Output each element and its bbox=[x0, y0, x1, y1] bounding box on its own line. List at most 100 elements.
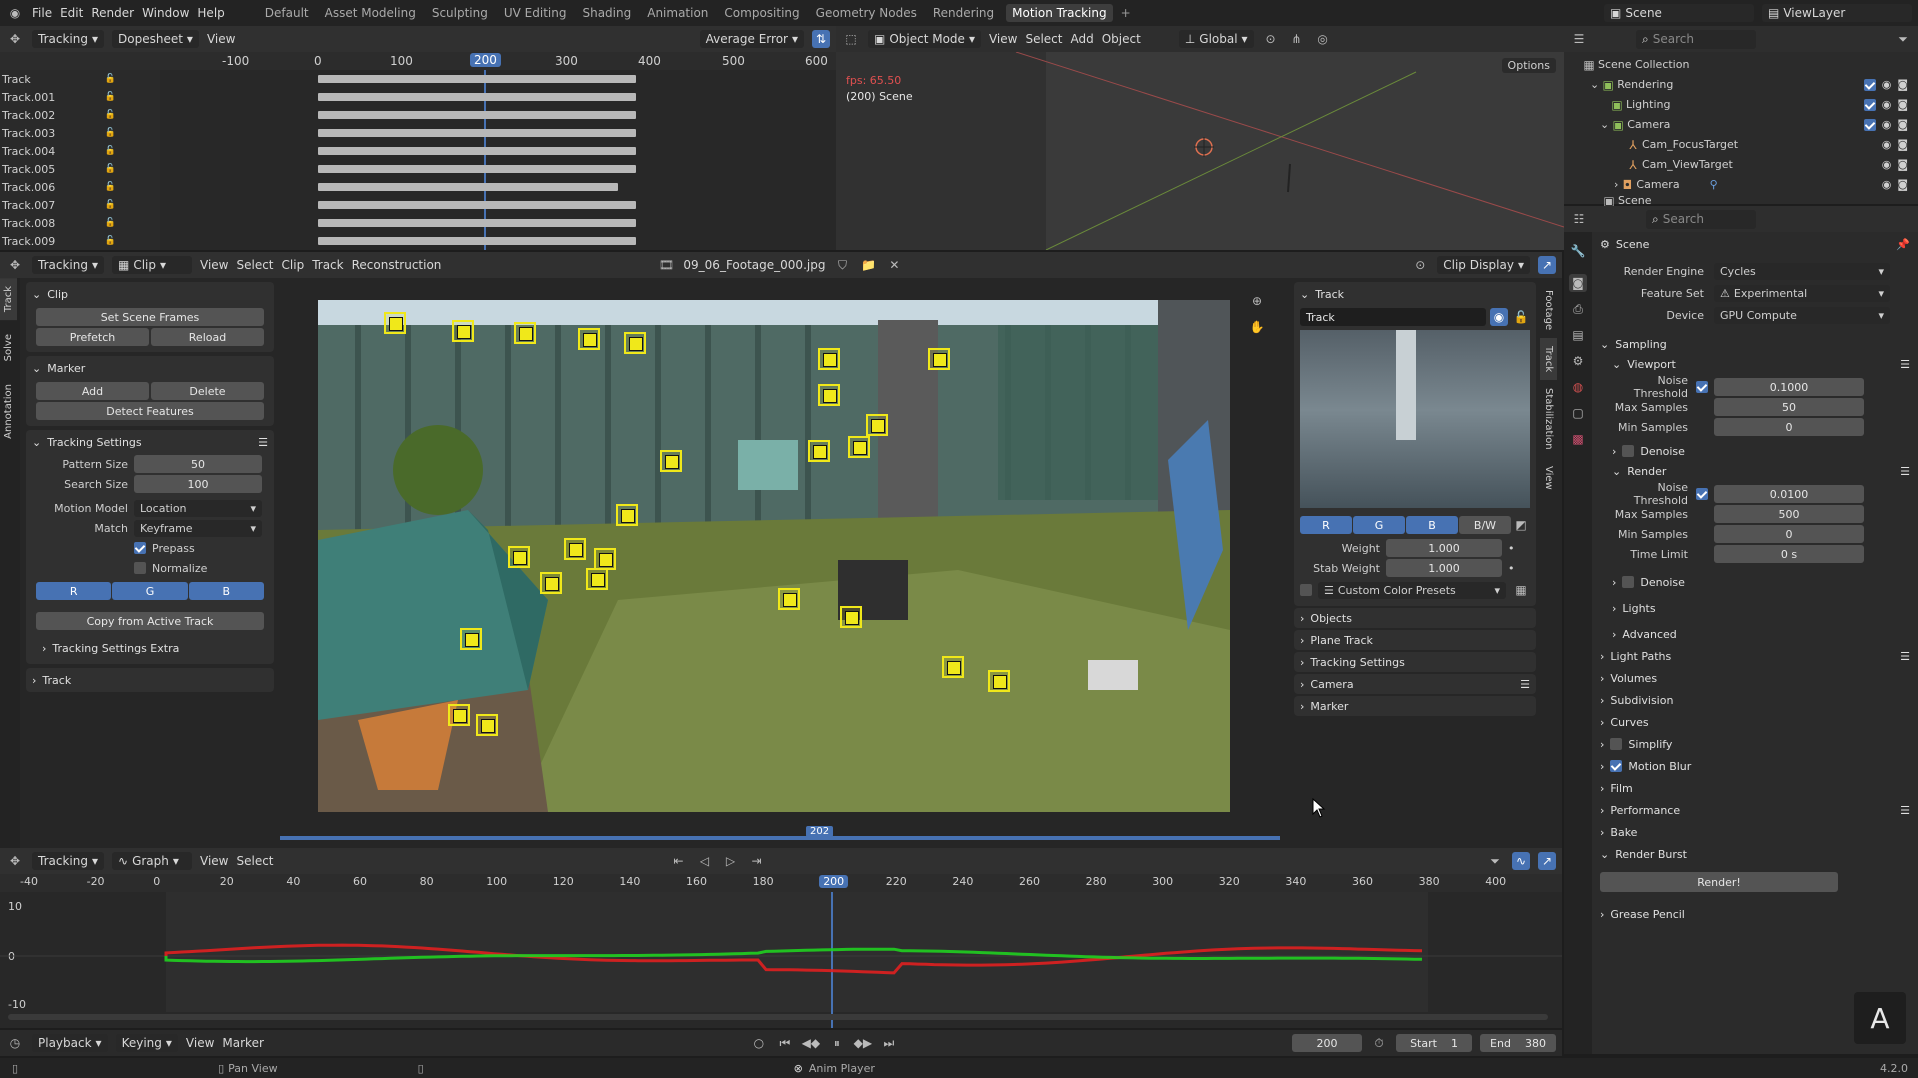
editor-type-icon[interactable]: ✥ bbox=[6, 256, 24, 274]
movie-clip-icon[interactable]: 🎞 bbox=[657, 256, 675, 274]
list-icon[interactable]: ☰ bbox=[1900, 358, 1910, 371]
track-marker[interactable] bbox=[452, 320, 474, 342]
noise-threshold-checkbox[interactable] bbox=[1696, 488, 1708, 500]
noise-threshold-field[interactable]: 0.1000 bbox=[1714, 378, 1864, 396]
preview-alpha-icon[interactable]: ◩ bbox=[1512, 516, 1530, 534]
clip-view-menu[interactable]: View bbox=[200, 258, 228, 272]
lock-icon[interactable]: 🔓 bbox=[105, 128, 116, 138]
properties-panel-header[interactable]: › Volumes bbox=[1600, 668, 1910, 688]
lock-icon[interactable]: 🔓 bbox=[105, 182, 116, 192]
eye-icon[interactable]: ◉ bbox=[1882, 135, 1892, 155]
render-tab-icon[interactable]: ◙ bbox=[1569, 274, 1587, 292]
properties-panel-header[interactable]: › Film bbox=[1600, 778, 1910, 798]
clip-panel-header[interactable]: ⌄ Clip bbox=[32, 284, 268, 304]
panel-checkbox[interactable] bbox=[1610, 738, 1623, 750]
tab-default[interactable]: Default bbox=[261, 6, 313, 20]
camera-render-icon[interactable]: ◙ bbox=[1897, 155, 1908, 175]
track-marker[interactable] bbox=[808, 440, 830, 462]
lock-icon[interactable]: 🔓 bbox=[105, 236, 116, 246]
visibility-checkbox[interactable] bbox=[1863, 79, 1876, 91]
clip-reconstruction-menu[interactable]: Reconstruction bbox=[352, 258, 442, 272]
keyframe-dot-icon[interactable]: • bbox=[1508, 542, 1515, 555]
tracking-settings-extra-header[interactable]: › Tracking Settings Extra bbox=[32, 638, 268, 658]
visibility-checkbox[interactable] bbox=[1863, 99, 1876, 111]
eye-icon[interactable]: ◉ bbox=[1882, 75, 1892, 95]
camera-render-icon[interactable]: ◙ bbox=[1897, 95, 1908, 115]
stopwatch-icon[interactable]: ⏱ bbox=[1370, 1034, 1388, 1052]
viewport-object-menu[interactable]: Object bbox=[1102, 32, 1141, 46]
shield-icon[interactable]: ⛉ bbox=[833, 256, 851, 274]
tab-motion-tracking[interactable]: Motion Tracking bbox=[1006, 4, 1113, 22]
lock-icon[interactable]: 🔓 bbox=[105, 74, 116, 84]
graph-mode-dropdown[interactable]: ∿ Graph ▾ bbox=[112, 852, 192, 870]
track-channel-g-toggle[interactable]: G bbox=[1353, 516, 1405, 534]
tab-geometry-nodes[interactable]: Geometry Nodes bbox=[812, 6, 921, 20]
track-sidebar-section[interactable]: › Marker bbox=[1294, 696, 1536, 716]
menu-edit[interactable]: Edit bbox=[60, 6, 83, 20]
feature-set-dropdown[interactable]: ⚠ Experimental ▾ bbox=[1714, 284, 1890, 302]
object-mode-dropdown[interactable]: ▣ Object Mode ▾ bbox=[868, 30, 981, 48]
track-channel-row[interactable]: Track.009 🔓 bbox=[0, 232, 160, 250]
hand-pan-icon[interactable]: ✋ bbox=[1248, 318, 1266, 336]
detect-features-button[interactable]: Detect Features bbox=[36, 402, 264, 420]
tab-track[interactable]: Track bbox=[0, 278, 17, 321]
properties-panel-header[interactable]: › Light Paths ☰ bbox=[1600, 646, 1910, 666]
match-dropdown[interactable]: Keyframe ▾ bbox=[134, 519, 262, 537]
eye-icon[interactable]: ◉ bbox=[1490, 308, 1508, 326]
texture-tab-icon[interactable]: ▩ bbox=[1569, 430, 1587, 448]
track-marker[interactable] bbox=[866, 414, 888, 436]
outliner-row-camera-collection[interactable]: ⌄ ▣ Camera ◉ ◙ bbox=[1580, 115, 1918, 135]
add-marker-button[interactable]: Add bbox=[36, 382, 149, 400]
denoise-checkbox[interactable] bbox=[1622, 576, 1635, 588]
menu-help[interactable]: Help bbox=[197, 6, 224, 20]
dopesheet-view-menu[interactable]: View bbox=[207, 32, 235, 46]
tab-animation[interactable]: Animation bbox=[643, 6, 712, 20]
sampling-panel-header[interactable]: ⌄ Sampling bbox=[1600, 334, 1910, 354]
eye-icon[interactable]: ◉ bbox=[1882, 155, 1892, 175]
track-bw-toggle[interactable]: B/W bbox=[1459, 516, 1511, 534]
dopesheet-ruler[interactable]: -100 0 100 200 300 400 500 600 bbox=[0, 52, 836, 70]
jump-keyframe-forward-icon[interactable]: ◆▶ bbox=[854, 1034, 872, 1052]
timeline-view-menu[interactable]: View bbox=[186, 1036, 214, 1050]
clip-clip-menu[interactable]: Clip bbox=[282, 258, 305, 272]
cancel-job-icon[interactable]: ⊗ bbox=[794, 1062, 803, 1075]
copy-from-active-track-button[interactable]: Copy from Active Track bbox=[36, 612, 264, 630]
marker-panel-header[interactable]: ⌄ Marker bbox=[32, 358, 268, 378]
tab-compositing[interactable]: Compositing bbox=[720, 6, 803, 20]
outliner-row-lighting[interactable]: ▣ Lighting ◉ ◙ bbox=[1580, 95, 1918, 115]
track-channel-row[interactable]: Track.005 🔓 bbox=[0, 160, 160, 178]
track-keyframe-bar[interactable] bbox=[318, 237, 636, 245]
current-frame-badge[interactable]: 200 bbox=[470, 53, 501, 67]
list-icon[interactable]: ☰ bbox=[1900, 465, 1910, 478]
presets-list-icon[interactable]: ☰ bbox=[258, 436, 268, 449]
proportional-edit-icon[interactable]: ◎ bbox=[1314, 30, 1332, 48]
track-marker[interactable] bbox=[384, 312, 406, 334]
jump-to-end-icon[interactable]: ⏭ bbox=[880, 1034, 898, 1052]
track-marker[interactable] bbox=[818, 384, 840, 406]
visibility-checkbox[interactable] bbox=[1863, 119, 1876, 131]
editor-type-icon[interactable]: ✥ bbox=[6, 852, 24, 870]
viewport-add-menu[interactable]: Add bbox=[1070, 32, 1093, 46]
footage-frame[interactable] bbox=[318, 300, 1230, 812]
eye-icon[interactable]: ◉ bbox=[1882, 115, 1892, 135]
clip-filename[interactable]: 09_06_Footage_000.jpg bbox=[683, 258, 825, 272]
track-marker[interactable] bbox=[942, 656, 964, 678]
zoom-icon[interactable]: ⊕ bbox=[1248, 292, 1266, 310]
camera-render-icon[interactable]: ◙ bbox=[1897, 75, 1908, 95]
track-channel-row[interactable]: Track 🔓 bbox=[0, 70, 160, 88]
lock-icon[interactable]: 🔓 bbox=[105, 110, 116, 120]
properties-panel-header[interactable]: › Motion Blur bbox=[1600, 756, 1910, 776]
stab-weight-field[interactable]: 1.000 bbox=[1386, 559, 1502, 577]
panel-checkbox[interactable] bbox=[1610, 760, 1623, 772]
track-backward-icon[interactable]: ◁ bbox=[696, 852, 714, 870]
eye-icon[interactable]: ◉ bbox=[1882, 175, 1892, 195]
track-name-field[interactable]: Track bbox=[1300, 308, 1486, 326]
snap-icon[interactable]: ⋔ bbox=[1288, 30, 1306, 48]
keyframe-dot-icon[interactable]: • bbox=[1508, 562, 1515, 575]
clock-editor-icon[interactable]: ◷ bbox=[6, 1034, 24, 1052]
dopesheet-mode-dropdown[interactable]: Dopesheet ▾ bbox=[112, 30, 199, 48]
expand-icon[interactable]: ⌄ bbox=[1600, 115, 1609, 135]
time-limit-field[interactable]: 0 s bbox=[1714, 545, 1864, 563]
track-keyframe-bar[interactable] bbox=[318, 147, 636, 155]
horizontal-scrollbar[interactable] bbox=[8, 1014, 1548, 1020]
